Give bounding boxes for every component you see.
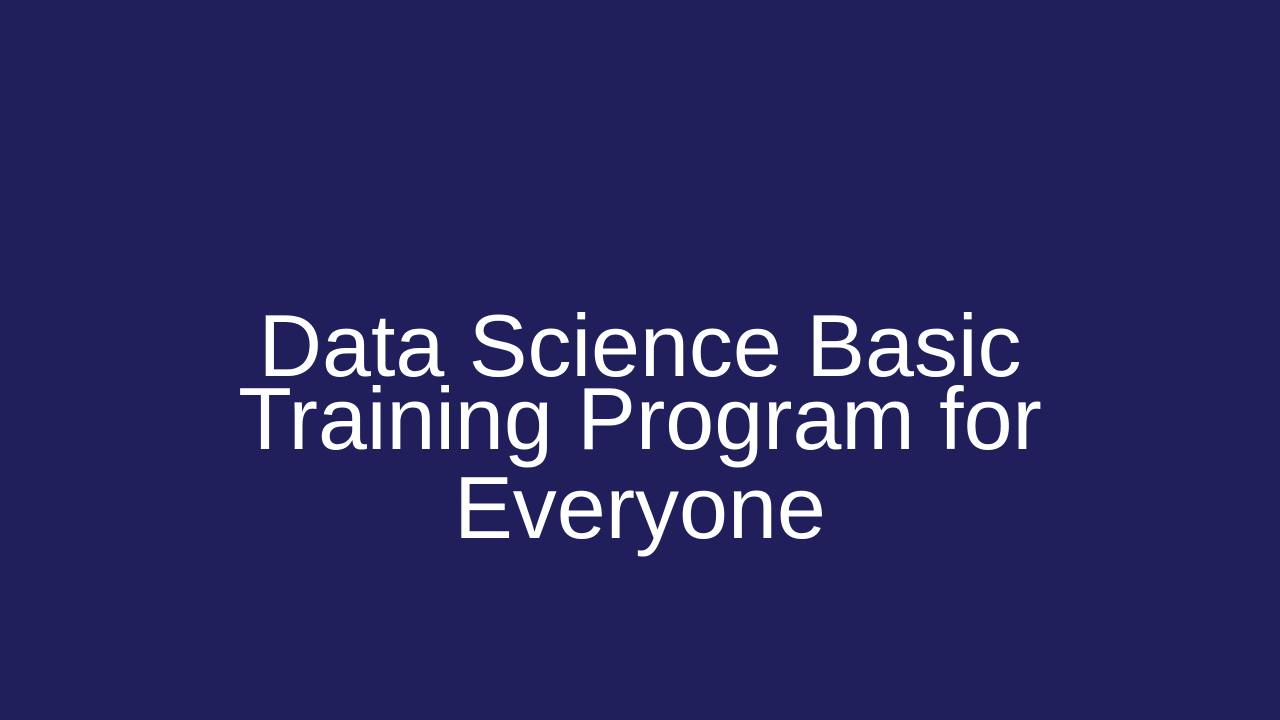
title-line-3: Everyone <box>454 458 826 557</box>
title-line-2: Training Program for <box>238 369 1042 468</box>
